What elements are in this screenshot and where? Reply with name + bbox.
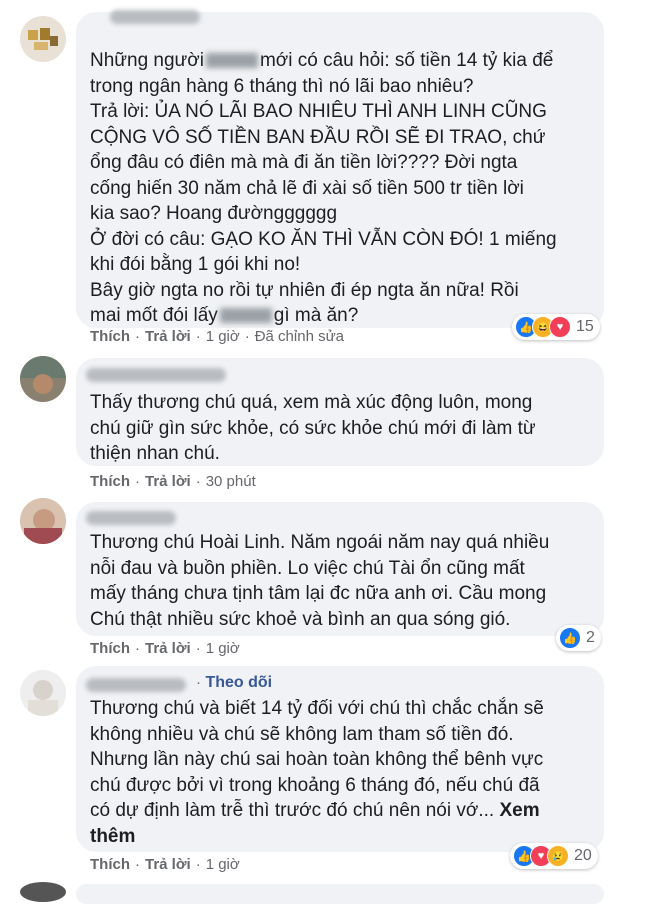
reply-link[interactable]: Trả lời	[145, 473, 191, 490]
follow-row: · Theo dõi	[196, 674, 273, 691]
comment-text: Thương chú và biết 14 tỷ đối với chú thì…	[90, 698, 544, 847]
avatar[interactable]	[20, 882, 66, 902]
reaction-summary[interactable]: 👍 ♥ 😢 20	[510, 843, 598, 869]
reply-link[interactable]: Trả lời	[145, 328, 191, 345]
author-name[interactable]	[110, 10, 200, 24]
censored-word	[219, 308, 272, 324]
edited-label: Đã chỉnh sửa	[254, 328, 344, 345]
avatar[interactable]	[20, 670, 66, 716]
comment-bubble	[76, 884, 604, 904]
reaction-summary[interactable]: 👍 2	[556, 625, 601, 651]
like-link[interactable]: Thích	[90, 640, 130, 657]
avatar-image	[20, 356, 66, 394]
like-reaction-icon: 👍	[559, 627, 581, 649]
reaction-count: 20	[574, 847, 592, 864]
timestamp[interactable]: 1 giờ	[206, 640, 240, 657]
like-link[interactable]: Thích	[90, 856, 130, 873]
avatar[interactable]	[20, 356, 66, 402]
author-name[interactable]	[86, 511, 176, 525]
avatar[interactable]	[20, 16, 66, 62]
comment-actions: Thích · Trả lời · 30 phút	[90, 473, 256, 490]
avatar-image	[20, 498, 66, 544]
like-link[interactable]: Thích	[90, 328, 130, 345]
like-link[interactable]: Thích	[90, 473, 130, 490]
timestamp[interactable]: 30 phút	[206, 473, 256, 490]
follow-link[interactable]: Theo dõi	[205, 674, 272, 691]
comment-text: Thương chú Hoài Linh. Năm ngoái năm nay …	[90, 532, 550, 630]
comment-actions: Thích · Trả lời · 1 giờ	[90, 640, 240, 657]
comment-text: Thấy thương chú quá, xem mà xúc động luô…	[90, 392, 536, 464]
comment-actions: Thích · Trả lời · 1 giờ	[90, 856, 240, 873]
reply-link[interactable]: Trả lời	[145, 640, 191, 657]
timestamp[interactable]: 1 giờ	[206, 328, 240, 345]
reaction-summary[interactable]: 👍 😆 ♥ 15	[512, 314, 600, 340]
avatar-image	[28, 28, 58, 50]
love-reaction-icon: ♥	[549, 316, 571, 338]
comment-text: Những người mới có câu hỏi: số tiền 14 tỷ…	[90, 50, 557, 326]
comment-bubble: · Theo dõi Thương chú và biết 14 tỷ đối …	[76, 666, 604, 852]
censored-word	[205, 53, 258, 69]
reaction-count: 2	[586, 629, 595, 646]
avatar-image	[28, 680, 58, 716]
author-name[interactable]	[86, 368, 226, 382]
reaction-count: 15	[576, 318, 594, 335]
comment-bubble: Những người mới có câu hỏi: số tiền 14 tỷ…	[76, 12, 604, 328]
sad-reaction-icon: 😢	[547, 845, 569, 867]
timestamp[interactable]: 1 giờ	[206, 856, 240, 873]
avatar[interactable]	[20, 498, 66, 544]
comment-actions: Thích · Trả lời · 1 giờ · Đã chỉnh sửa	[90, 328, 344, 345]
reply-link[interactable]: Trả lời	[145, 856, 191, 873]
author-name[interactable]	[86, 678, 186, 692]
